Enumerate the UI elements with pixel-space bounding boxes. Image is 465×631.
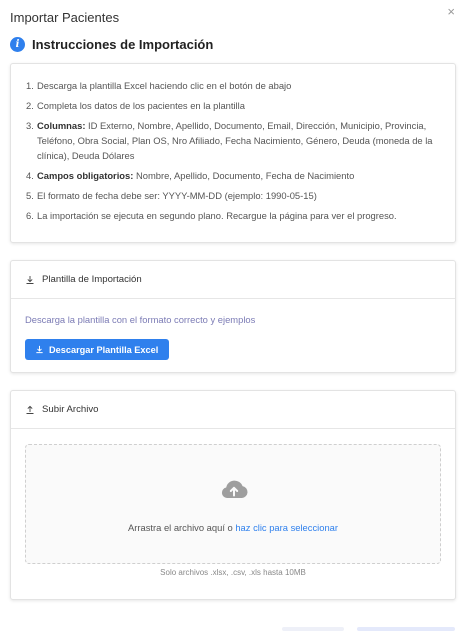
instruction-item: 3. Columnas: ID Externo, Nombre, Apellid… xyxy=(26,118,441,163)
instructions-card: 1. Descarga la plantilla Excel haciendo … xyxy=(10,63,456,243)
dropzone-text: Arrastra el archivo aquí o haz clic para… xyxy=(26,522,440,533)
instruction-item: 2. Completa los datos de los pacientes e… xyxy=(26,98,441,113)
instruction-item: 6. La importación se ejecuta en segundo … xyxy=(26,208,441,223)
template-card-title: Plantilla de Importación xyxy=(42,274,142,285)
instruction-number: 2. xyxy=(26,100,34,111)
instruction-detail: ID Externo, Nombre, Apellido, Documento,… xyxy=(37,120,433,161)
download-template-label: Descargar Plantilla Excel xyxy=(49,344,159,355)
template-card-header: Plantilla de Importación xyxy=(11,261,455,299)
cloud-upload-icon xyxy=(221,480,248,498)
instruction-label: Campos obligatorios: xyxy=(37,170,134,181)
instruction-detail: Nombre, Apellido, Documento, Fecha de Na… xyxy=(133,170,355,181)
footer-cancel-button[interactable] xyxy=(282,627,344,631)
instructions-title: Instrucciones de Importación xyxy=(32,37,214,52)
instruction-item: 1. Descarga la plantilla Excel haciendo … xyxy=(26,78,441,93)
upload-card-title: Subir Archivo xyxy=(42,404,99,415)
instruction-text: Columnas: ID Externo, Nombre, Apellido, … xyxy=(37,118,441,163)
instruction-number: 4. xyxy=(26,170,34,181)
instruction-number: 6. xyxy=(26,210,34,221)
instruction-text: Campos obligatorios: Nombre, Apellido, D… xyxy=(37,168,441,183)
close-button[interactable]: × xyxy=(447,5,455,19)
instruction-text: La importación se ejecuta en segundo pla… xyxy=(37,210,397,221)
upload-icon xyxy=(26,405,34,414)
instruction-label: Columnas: xyxy=(37,120,86,131)
upload-card: Subir Archivo Arrastra el archivo aquí o… xyxy=(10,390,456,600)
instructions-header: i Instrucciones de Importación xyxy=(10,37,213,52)
allowed-formats-note: Solo archivos .xlsx, .csv, .xls hasta 10… xyxy=(160,568,306,577)
download-icon xyxy=(36,345,43,354)
instruction-item: 5. El formato de fecha debe ser: YYYY-MM… xyxy=(26,188,441,203)
instruction-text: Descarga la plantilla Excel haciendo cli… xyxy=(37,80,292,91)
template-card: Plantilla de Importación Descarga la pla… xyxy=(10,260,456,373)
instructions-list: 1. Descarga la plantilla Excel haciendo … xyxy=(11,64,455,223)
instruction-text: Completa los datos de los pacientes en l… xyxy=(37,100,245,111)
template-description: Descarga la plantilla con el formato cor… xyxy=(25,314,256,325)
modal-title: Importar Pacientes xyxy=(10,10,120,25)
info-icon: i xyxy=(10,37,25,52)
import-patients-modal: Importar Pacientes × i Instrucciones de … xyxy=(0,0,465,631)
download-template-button[interactable]: Descargar Plantilla Excel xyxy=(25,339,170,360)
instruction-item: 4. Campos obligatorios: Nombre, Apellido… xyxy=(26,168,441,183)
instruction-number: 5. xyxy=(26,190,34,201)
dropzone-instruction: Arrastra el archivo aquí o xyxy=(128,522,236,533)
download-icon xyxy=(26,275,34,284)
select-file-link[interactable]: haz clic para seleccionar xyxy=(235,522,338,533)
instruction-number: 1. xyxy=(26,80,34,91)
file-dropzone[interactable]: Arrastra el archivo aquí o haz clic para… xyxy=(25,444,441,564)
instruction-text: El formato de fecha debe ser: YYYY-MM-DD… xyxy=(37,190,317,201)
upload-card-header: Subir Archivo xyxy=(11,391,455,429)
instruction-number: 3. xyxy=(26,120,34,131)
footer-import-button[interactable] xyxy=(357,627,455,631)
